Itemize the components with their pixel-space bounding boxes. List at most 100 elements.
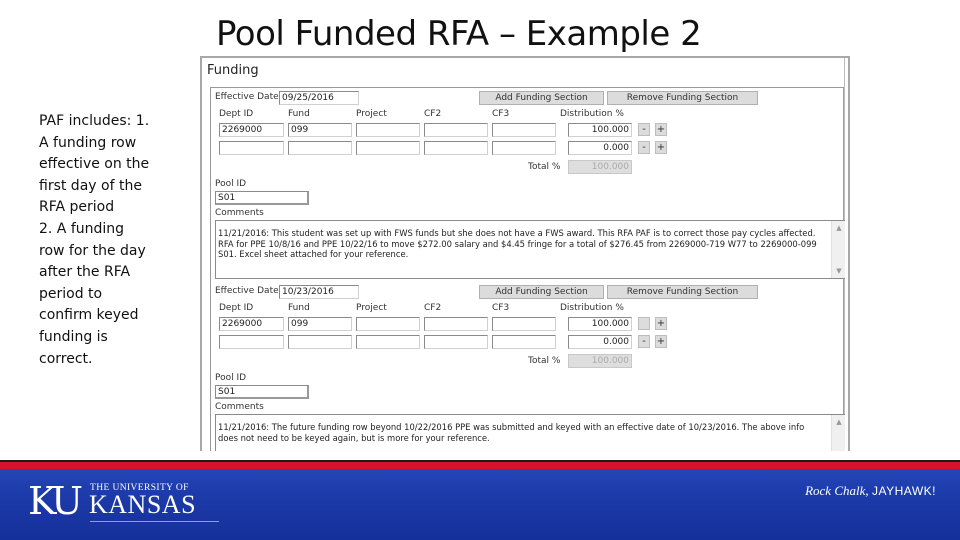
side-note-line: after the RFA bbox=[39, 264, 131, 281]
cf3-input[interactable] bbox=[492, 317, 556, 331]
project-label: Project bbox=[356, 109, 387, 119]
remove-funding-section-button[interactable]: Remove Funding Section bbox=[607, 91, 758, 105]
side-note-line: correct. bbox=[39, 350, 93, 367]
side-note-line: PAF includes: 1. bbox=[39, 113, 150, 129]
ku-logo-underline bbox=[90, 521, 219, 522]
dept-id-label: Dept ID bbox=[219, 109, 254, 119]
footer-banner: KU THE UNIVERSITY OF KANSAS Rock Chalk, … bbox=[0, 469, 960, 540]
side-note-line: funding is bbox=[39, 328, 108, 345]
add-funding-section-button[interactable]: Add Funding Section bbox=[479, 91, 604, 105]
effective-date-label: Effective Date: bbox=[215, 92, 282, 102]
effective-date-label: Effective Date: bbox=[215, 286, 282, 296]
project-input[interactable] bbox=[356, 335, 420, 349]
side-note-line: row for the day bbox=[39, 242, 146, 259]
remove-row-button[interactable]: - bbox=[638, 141, 650, 154]
fund-input[interactable] bbox=[288, 141, 352, 155]
comment-line: 11/21/2016: This student was set up with… bbox=[218, 228, 816, 238]
side-note-line: 2. A funding bbox=[39, 220, 125, 237]
comments-label: Comments bbox=[215, 402, 264, 412]
comments-textarea[interactable]: 11/21/2016: This student was set up with… bbox=[215, 220, 845, 279]
remove-row-button[interactable]: - bbox=[638, 123, 650, 136]
slide-title: Pool Funded RFA – Example 2 bbox=[216, 14, 702, 54]
side-note-line: effective on the bbox=[39, 156, 150, 173]
distribution-label: Distribution % bbox=[560, 109, 624, 119]
add-row-button[interactable]: + bbox=[655, 335, 667, 348]
scroll-up-icon[interactable]: ▲ bbox=[832, 417, 846, 428]
total-label: Total % bbox=[528, 162, 561, 172]
pool-id-input[interactable]: S01 bbox=[215, 385, 309, 399]
funding-section-1: Effective Date: 09/25/2016 Add Funding S… bbox=[210, 87, 845, 282]
distribution-input[interactable]: 100.000 bbox=[568, 123, 632, 137]
cf3-input[interactable] bbox=[492, 141, 556, 155]
project-input[interactable] bbox=[356, 123, 420, 137]
fund-input[interactable]: 099 bbox=[288, 317, 352, 331]
pool-id-label: Pool ID bbox=[215, 179, 247, 189]
funding-section-2: Effective Date: 10/23/2016 Add Funding S… bbox=[210, 281, 845, 451]
add-row-button[interactable]: + bbox=[655, 141, 667, 154]
funding-screenshot: Funding Effective Date: 09/25/2016 Add F… bbox=[200, 56, 850, 451]
cf2-input[interactable] bbox=[424, 317, 488, 331]
distribution-input[interactable]: 100.000 bbox=[568, 317, 632, 331]
scroll-up-icon[interactable]: ▲ bbox=[832, 223, 846, 234]
tagline: Rock Chalk, JAYHAWK! bbox=[805, 483, 936, 499]
fund-input[interactable]: 099 bbox=[288, 123, 352, 137]
comments-scrollbar[interactable]: ▲ bbox=[831, 415, 845, 451]
cf3-input[interactable] bbox=[492, 123, 556, 137]
distribution-input[interactable]: 0.000 bbox=[568, 141, 632, 155]
cf2-label: CF2 bbox=[424, 109, 442, 119]
scroll-down-icon[interactable]: ▼ bbox=[832, 266, 846, 277]
distribution-input[interactable]: 0.000 bbox=[568, 335, 632, 349]
fund-label: Fund bbox=[288, 109, 310, 119]
total-percent-field: 100.000 bbox=[568, 160, 632, 174]
total-percent-field: 100.000 bbox=[568, 354, 632, 368]
dept-id-input[interactable]: 2269000 bbox=[219, 317, 284, 331]
ku-logo-kansas: KANSAS bbox=[89, 490, 197, 519]
cf2-input[interactable] bbox=[424, 141, 488, 155]
ku-logo-mark: KU bbox=[28, 479, 83, 523]
fund-label: Fund bbox=[288, 303, 310, 313]
pool-id-input[interactable]: S01 bbox=[215, 191, 309, 205]
effective-date-input[interactable]: 10/23/2016 bbox=[279, 285, 359, 299]
dept-id-label: Dept ID bbox=[219, 303, 254, 313]
add-row-button[interactable]: + bbox=[655, 317, 667, 330]
add-funding-section-button[interactable]: Add Funding Section bbox=[479, 285, 604, 299]
project-input[interactable] bbox=[356, 317, 420, 331]
remove-row-button[interactable] bbox=[638, 317, 650, 330]
remove-row-button[interactable]: - bbox=[638, 335, 650, 348]
remove-funding-section-button[interactable]: Remove Funding Section bbox=[607, 285, 758, 299]
cf2-label: CF2 bbox=[424, 303, 442, 313]
effective-date-input[interactable]: 09/25/2016 bbox=[279, 91, 359, 105]
comments-scrollbar[interactable]: ▲ ▼ bbox=[831, 221, 845, 278]
side-note-line: first day of the bbox=[39, 177, 142, 194]
cf3-label: CF3 bbox=[492, 303, 510, 313]
side-note-line: confirm keyed bbox=[39, 307, 139, 324]
dept-id-input[interactable] bbox=[219, 335, 284, 349]
fund-input[interactable] bbox=[288, 335, 352, 349]
pool-id-label: Pool ID bbox=[215, 373, 247, 383]
side-note-line: RFA period bbox=[39, 199, 115, 216]
cf2-input[interactable] bbox=[424, 123, 488, 137]
cf2-input[interactable] bbox=[424, 335, 488, 349]
dept-id-input[interactable]: 2269000 bbox=[219, 123, 284, 137]
tagline-caps: JAYHAWK! bbox=[871, 484, 936, 498]
add-row-button[interactable]: + bbox=[655, 123, 667, 136]
comment-line: does not need to be keyed again, but is … bbox=[218, 432, 490, 443]
side-note-line: period to bbox=[39, 285, 103, 302]
distribution-label: Distribution % bbox=[560, 303, 624, 313]
footer-red-stripe bbox=[0, 462, 960, 469]
cf3-label: CF3 bbox=[492, 109, 510, 119]
comments-textarea[interactable]: 11/21/2016: The future funding row beyon… bbox=[215, 414, 845, 451]
total-label: Total % bbox=[528, 356, 561, 366]
comment-line: S01. Excel sheet attached for your refer… bbox=[218, 249, 409, 259]
project-input[interactable] bbox=[356, 141, 420, 155]
funding-header: Funding bbox=[207, 63, 259, 78]
cf3-input[interactable] bbox=[492, 335, 556, 349]
side-note: PAF includes: 1. A funding row effective… bbox=[39, 111, 169, 370]
comment-line: RFA for PPE 10/8/16 and PPE 10/22/16 to … bbox=[218, 238, 817, 249]
dept-id-input[interactable] bbox=[219, 141, 284, 155]
tagline-italic: Rock Chalk, bbox=[805, 483, 869, 498]
project-label: Project bbox=[356, 303, 387, 313]
side-note-line: A funding row bbox=[39, 134, 137, 151]
comment-line: 11/21/2016: The future funding row beyon… bbox=[218, 422, 805, 432]
comments-label: Comments bbox=[215, 208, 264, 218]
